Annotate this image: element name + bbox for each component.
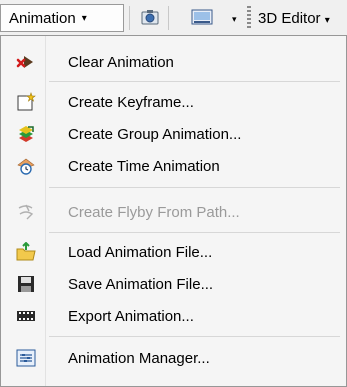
- menu-item-label: Create Time Animation: [68, 157, 220, 175]
- animation-menu: Clear Animation Create Keyframe... Creat…: [0, 35, 347, 387]
- create-keyframe-icon: [6, 86, 46, 118]
- menu-item-create-keyframe[interactable]: Create Keyframe...: [2, 86, 345, 118]
- menu-item-label: Create Flyby From Path...: [68, 203, 240, 221]
- menu-item-label: Save Animation File...: [68, 275, 214, 293]
- toolbar: Animation ▾ ▾ 3D Editor ▾: [0, 0, 347, 36]
- menu-item-load-animation-file[interactable]: Load Animation File...: [2, 236, 345, 268]
- chevron-down-icon: ▾: [324, 15, 330, 26]
- menu-item-create-time-animation[interactable]: Create Time Animation: [2, 150, 345, 182]
- menu-separator: [49, 81, 340, 82]
- camera-icon: [141, 10, 159, 25]
- menu-item-label: Create Keyframe...: [68, 93, 194, 111]
- menu-item-export-animation[interactable]: Export Animation...: [2, 300, 345, 332]
- menu-separator: [49, 232, 340, 233]
- animation-player-icon: [191, 9, 213, 25]
- menu-item-label: Create Group Animation...: [68, 125, 242, 143]
- 3d-editor-dropdown-button[interactable]: 3D Editor ▾: [258, 10, 330, 27]
- time-animation-icon: [6, 150, 46, 182]
- save-file-icon: [6, 268, 46, 300]
- animation-manager-icon: [6, 342, 46, 374]
- toolbar-grip-handle[interactable]: [247, 6, 251, 30]
- menu-item-create-group-animation[interactable]: Create Group Animation...: [2, 118, 345, 150]
- menu-item-save-animation-file[interactable]: Save Animation File...: [2, 268, 345, 300]
- menu-item-animation-manager[interactable]: Animation Manager...: [2, 342, 345, 374]
- animation-dropdown-button[interactable]: Animation ▾: [0, 4, 124, 32]
- load-file-icon: [6, 236, 46, 268]
- menu-separator: [49, 336, 340, 337]
- menu-item-label: Clear Animation: [68, 53, 174, 71]
- menu-item-clear-animation[interactable]: Clear Animation: [2, 46, 345, 78]
- toolbar-separator: [129, 6, 130, 30]
- menu-item-create-flyby-from-path[interactable]: Create Flyby From Path...: [2, 196, 345, 228]
- clear-animation-icon: [6, 46, 46, 78]
- capture-view-button[interactable]: [138, 6, 162, 28]
- menu-separator: [49, 187, 340, 188]
- flyby-path-icon: [6, 196, 46, 228]
- menu-item-label: Load Animation File...: [68, 243, 213, 261]
- toolbar-overflow-icon[interactable]: ▾: [232, 14, 237, 25]
- export-animation-icon: [6, 300, 46, 332]
- chevron-down-icon: ▾: [81, 12, 87, 24]
- toolbar-separator: [168, 6, 169, 30]
- menu-item-label: Export Animation...: [68, 307, 194, 325]
- group-animation-icon: [6, 118, 46, 150]
- menu-item-label: Animation Manager...: [68, 349, 210, 367]
- animation-dropdown-label: Animation: [9, 9, 76, 27]
- player-button[interactable]: [190, 6, 214, 28]
- 3d-editor-label: 3D Editor: [258, 10, 321, 27]
